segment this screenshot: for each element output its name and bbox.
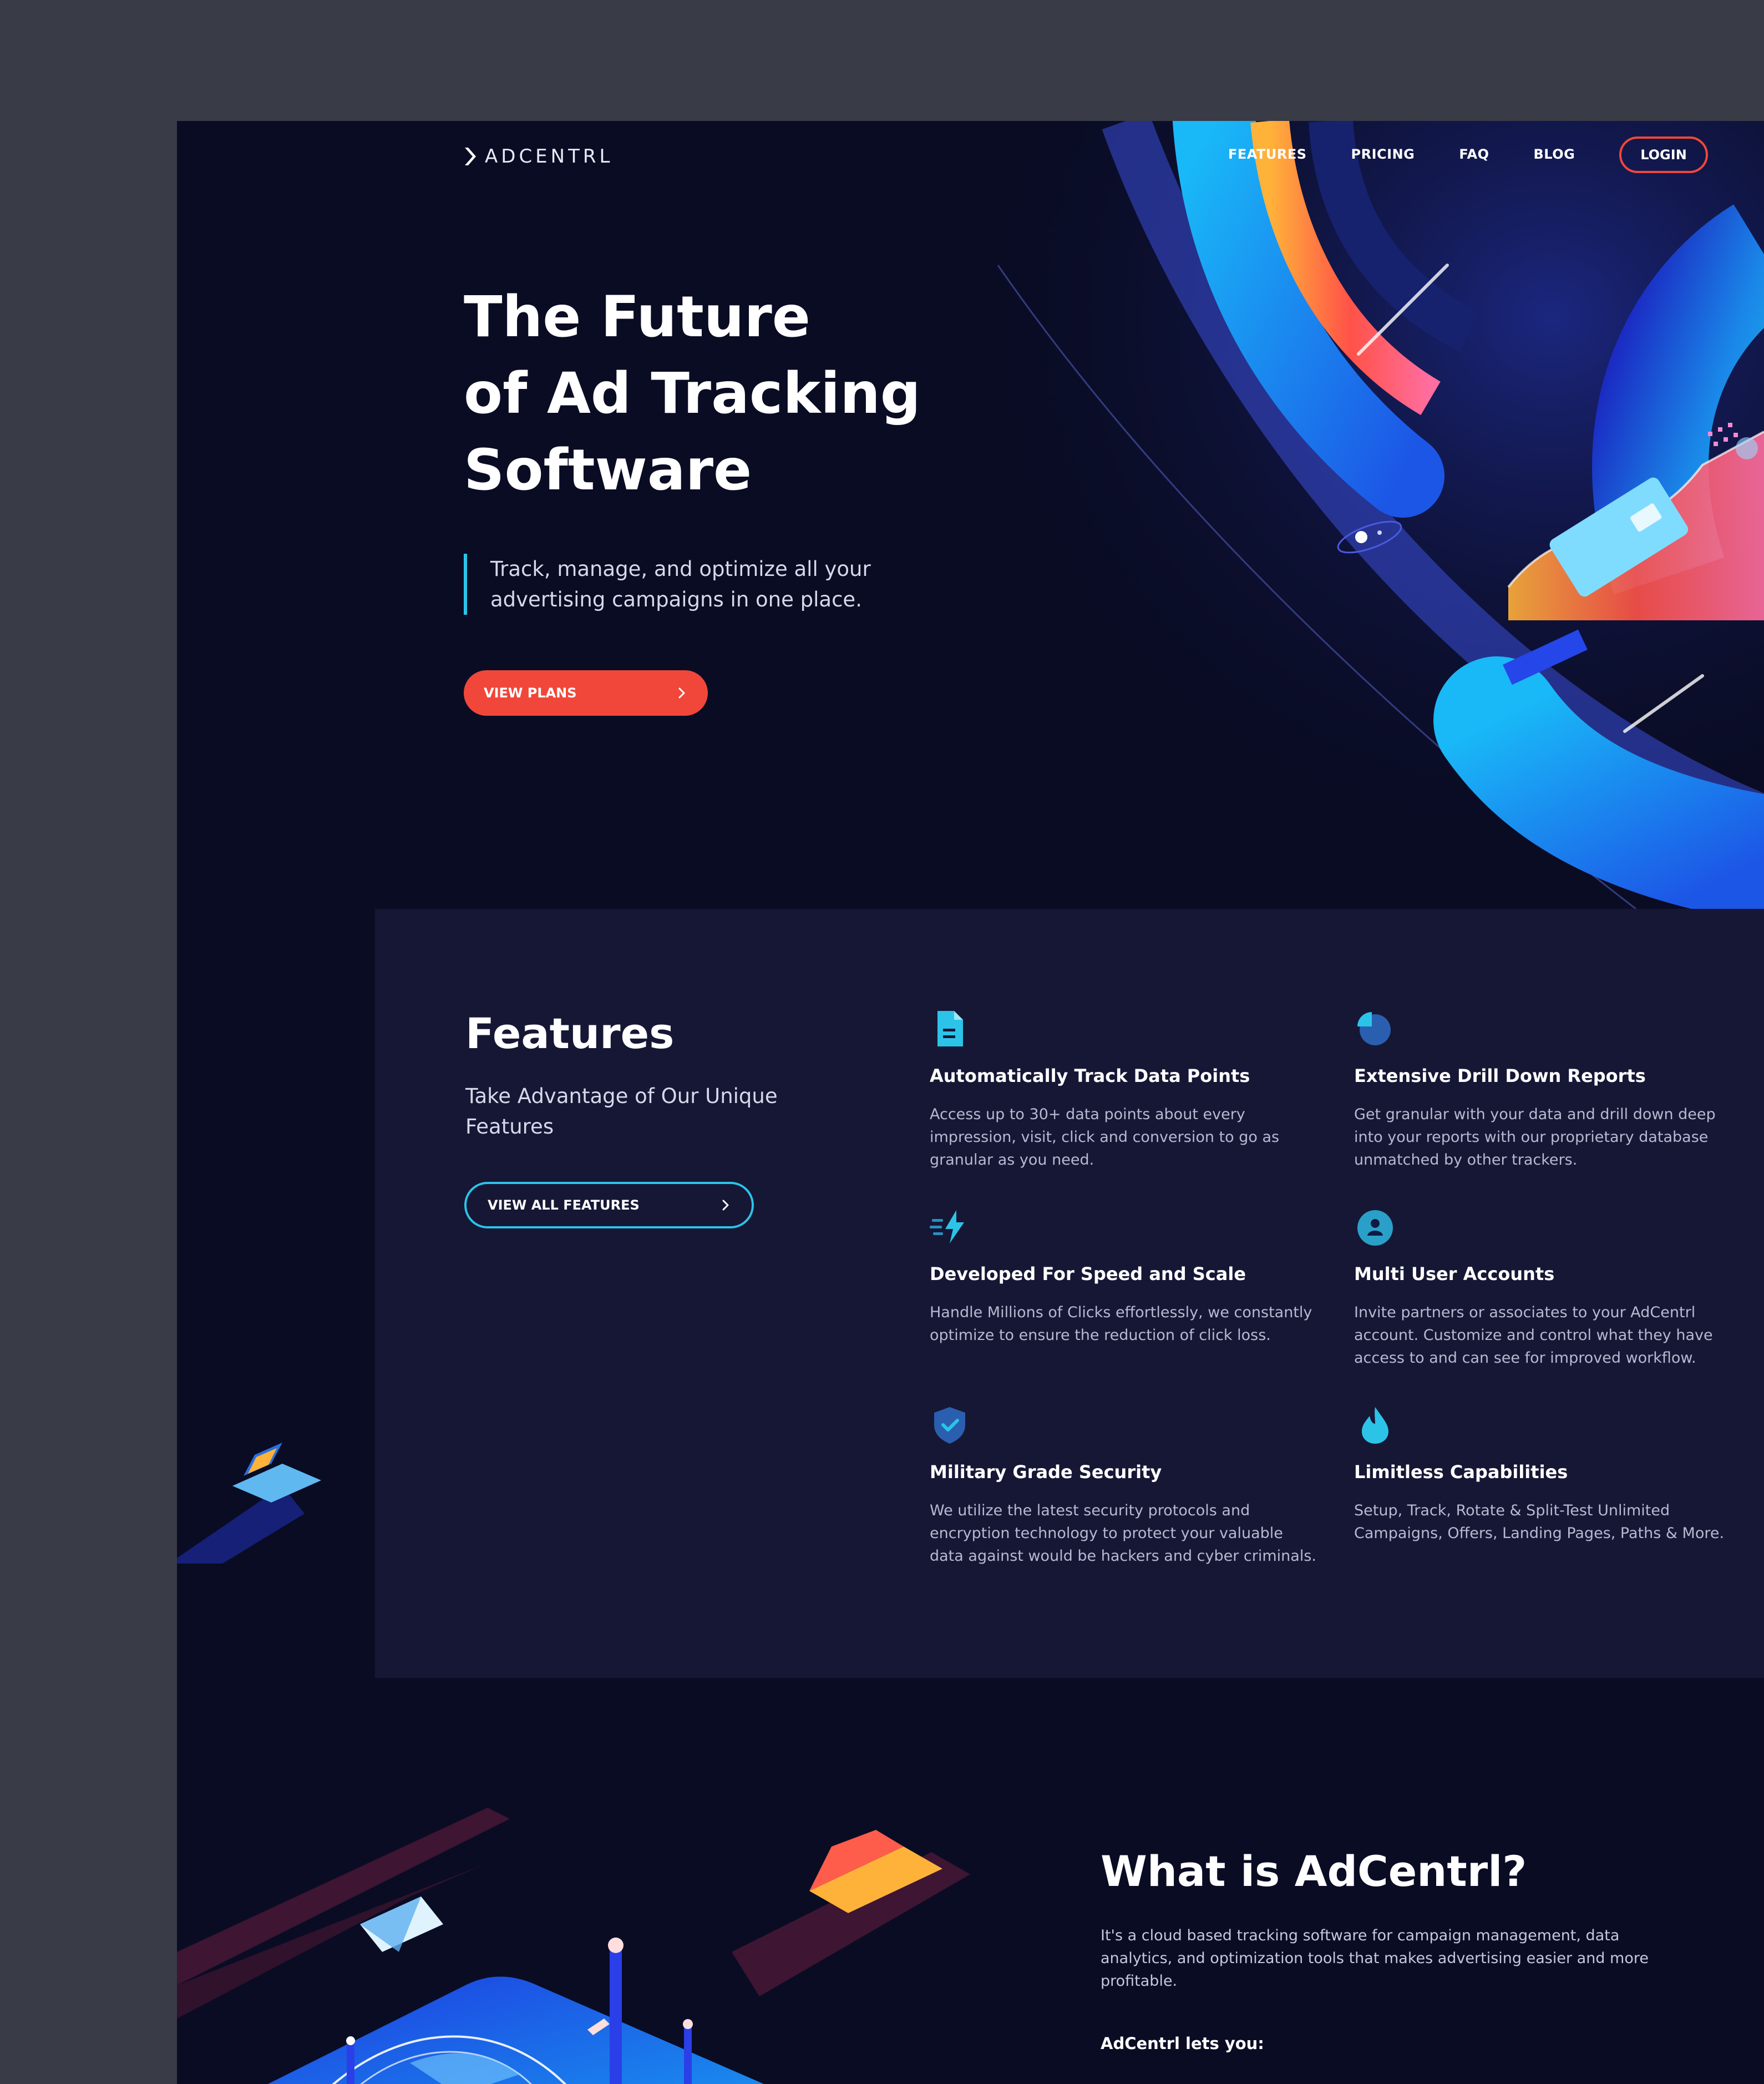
feature-item: Military Grade Security We utilize the l… [930,1405,1318,1567]
hero-illustration [915,121,1764,909]
hero-title-line: of Ad Tracking [464,361,921,427]
hero-subtitle-line: Track, manage, and optimize all your [490,557,871,581]
laptop-illustration [177,1443,321,1564]
flame-icon [1362,1407,1388,1444]
feature-title: Multi User Accounts [1354,1263,1555,1284]
feature-item: Extensive Drill Down Reports Get granula… [1354,1009,1742,1171]
website-page: ADCENTRL FEATURES PRICING FAQ BLOG LOGIN… [177,121,1764,2084]
features-title: Features [465,1009,675,1058]
feature-title: Military Grade Security [930,1461,1162,1483]
user-icon [1357,1210,1393,1246]
feature-text: Invite partners or associates to your Ad… [1354,1304,1713,1367]
logo-chevron-icon [465,148,476,165]
view-all-features-button[interactable]: VIEW ALL FEATURES [464,1182,754,1228]
feature-item: Developed For Speed and Scale Handle Mil… [930,1207,1318,1347]
nav-link-blog[interactable]: BLOG [1533,146,1575,162]
feature-text: Get granular with your data and drill do… [1354,1106,1716,1169]
feature-title: Developed For Speed and Scale [930,1263,1246,1284]
feature-text: Access up to 30+ data points about every… [930,1106,1280,1169]
nav-link-features[interactable]: FEATURES [1228,146,1307,162]
feature-item: Limitless Capabilities Setup, Track, Rot… [1354,1405,1742,1545]
feature-item: Automatically Track Data Points Access u… [930,1009,1318,1171]
lightning-icon [930,1210,964,1243]
what-is-title: What is AdCentrl? [1101,1847,1527,1896]
hero-title-line: The Future [464,284,810,350]
login-button[interactable]: LOGIN [1619,136,1708,173]
pie-chart-icon [1357,1012,1391,1045]
feature-item: Multi User Accounts Invite partners or a… [1354,1207,1742,1369]
hero-subtitle-line: advertising campaigns in one place. [490,588,862,611]
feature-title: Extensive Drill Down Reports [1354,1065,1646,1086]
nav-link-pricing[interactable]: PRICING [1351,146,1415,162]
logo-text: ADCENTRL [485,145,614,168]
chevron-right-icon [678,687,685,699]
feature-title: Limitless Capabilities [1354,1461,1568,1483]
nav-link-faq[interactable]: FAQ [1459,146,1489,162]
chevron-right-icon [722,1200,729,1211]
view-plans-button[interactable]: VIEW PLANS [464,670,708,716]
hero-title-line: Software [464,437,752,503]
feature-text: We utilize the latest security protocols… [930,1502,1316,1565]
brand-logo[interactable]: ADCENTRL [464,145,613,168]
world-map-illustration [177,1808,970,2084]
hero-subtitle: Track, manage, and optimize all your adv… [464,554,908,615]
features-subtitle: Take Advantage of Our Unique Features [465,1084,778,1139]
feature-text: Handle Millions of Clicks effortlessly, … [930,1304,1312,1344]
feature-title: Automatically Track Data Points [930,1065,1250,1086]
main-navigation: FEATURES PRICING FAQ BLOG [1228,146,1619,162]
what-is-lets-you: AdCentrl lets you: [1101,2034,1264,2053]
hero-title: The Future of Ad Tracking Software [464,279,963,509]
view-plans-label: VIEW PLANS [484,685,577,701]
shield-icon [934,1407,965,1444]
feature-text: Setup, Track, Rotate & Split-Test Unlimi… [1354,1502,1725,1542]
view-all-features-label: VIEW ALL FEATURES [488,1197,640,1213]
features-section: Features Take Advantage of Our Unique Fe… [375,909,1764,1678]
what-is-description: It's a cloud based tracking software for… [1101,1927,1649,1990]
document-icon [937,1011,963,1046]
